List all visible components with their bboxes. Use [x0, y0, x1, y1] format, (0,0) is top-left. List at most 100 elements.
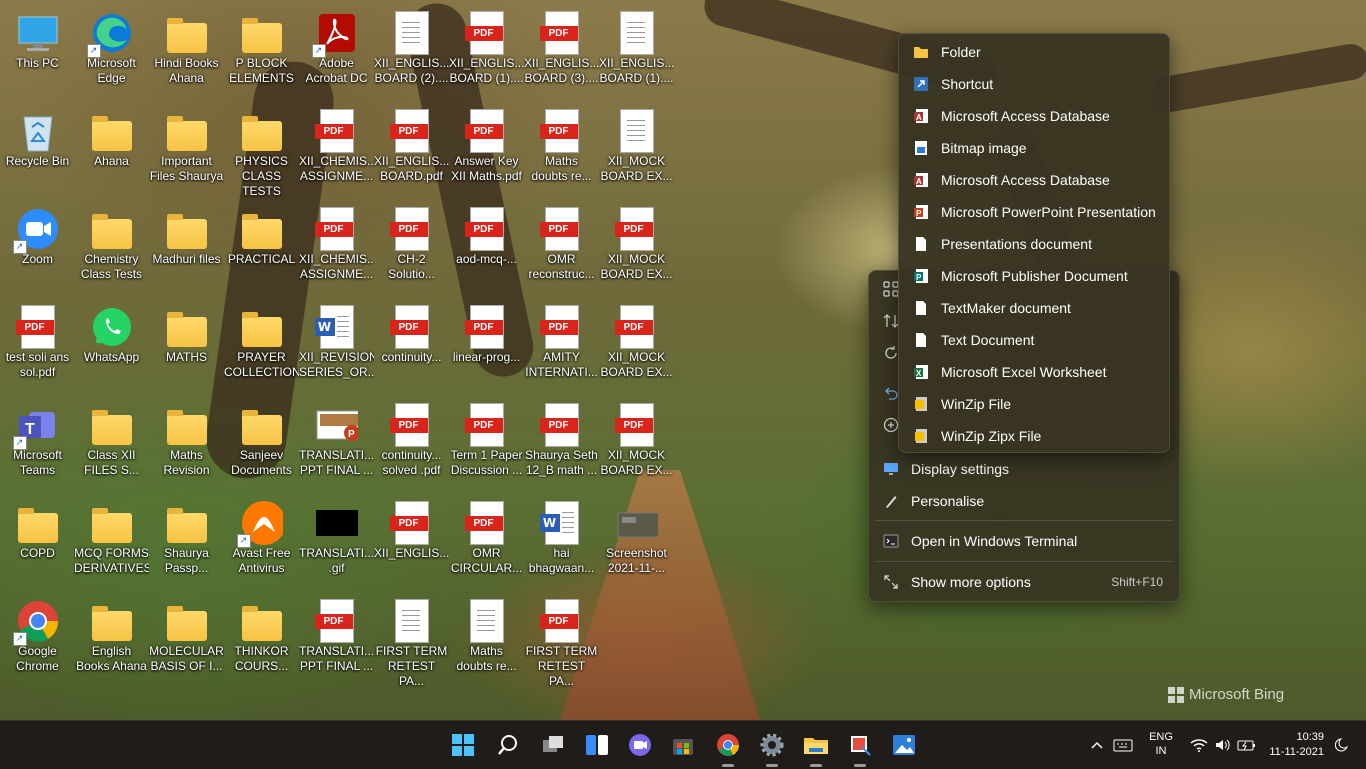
desktop-icon[interactable]: PDF Maths doubts re...	[524, 102, 599, 200]
chrome-taskbar-button[interactable]	[715, 732, 741, 758]
desktop-icon[interactable]: PDF aod-mcq-...	[449, 200, 524, 298]
desktop-icon[interactable]: PDF AMITY INTERNATI...	[524, 298, 599, 396]
desktop-icon[interactable]: Maths doubts re...	[449, 592, 524, 690]
desktop-icon[interactable]: Class XII FILES S...	[74, 396, 149, 494]
clock[interactable]: 10:39 11-11-2021	[1262, 730, 1324, 760]
new-menu-item[interactable]: P Microsoft Publisher Document	[899, 260, 1169, 292]
settings-button[interactable]	[759, 732, 785, 758]
task-view-button[interactable]	[540, 732, 566, 758]
volume-button[interactable]	[1210, 732, 1236, 758]
desktop-icon[interactable]: PDF Term 1 Paper Discussion ...	[449, 396, 524, 494]
input-language-indicator[interactable]: ENG IN	[1144, 730, 1178, 758]
show-hidden-icons-button[interactable]	[1084, 732, 1110, 758]
desktop-icon[interactable]: PDF XII_CHEMIS... ASSIGNME...	[299, 102, 374, 200]
desktop-icon[interactable]: PDF OMR reconstruc...	[524, 200, 599, 298]
desktop-icon[interactable]: T ↗ Microsoft Teams	[0, 396, 75, 494]
new-menu-item[interactable]: X Microsoft Excel Worksheet	[899, 356, 1169, 388]
desktop-icon[interactable]: THINKOR COURS...	[224, 592, 299, 690]
desktop-icon[interactable]: PDF XII_CHEMIS... ASSIGNME...	[299, 200, 374, 298]
desktop-icon[interactable]: Hindi Books Ahana	[149, 4, 224, 102]
desktop-icon[interactable]: PDF XII_MOCK BOARD EX...	[599, 200, 674, 298]
new-menu-item[interactable]: Shortcut	[899, 68, 1169, 100]
desktop-icon[interactable]: PDF XII_ENGLIS... BOARD (1)....	[449, 4, 524, 102]
desktop-icon[interactable]: PHYSICS CLASS TESTS	[224, 102, 299, 200]
desktop-icon[interactable]: PDF TRANSLATI... PPT FINAL ...	[299, 592, 374, 690]
desktop-icon[interactable]: PDF continuity... solved .pdf	[374, 396, 449, 494]
open-terminal-item[interactable]: Open in Windows Terminal	[869, 525, 1179, 557]
desktop-icon[interactable]: ↗ Adobe Acrobat DC	[299, 4, 374, 102]
new-icon[interactable]	[883, 417, 899, 433]
desktop-icon[interactable]: Sanjeev Documents	[224, 396, 299, 494]
new-menu-item[interactable]: Text Document	[899, 324, 1169, 356]
desktop-icon[interactable]: PDF XII_ENGLIS... BOARD (3)....	[524, 4, 599, 102]
teams-chat-button[interactable]	[627, 732, 653, 758]
sort-icon[interactable]	[883, 313, 899, 329]
widgets-button[interactable]	[584, 732, 610, 758]
desktop-icon[interactable]: PDF CH-2 Solutio...	[374, 200, 449, 298]
battery-button[interactable]	[1234, 732, 1260, 758]
desktop-icon[interactable]: TRANSLATI... .gif	[299, 494, 374, 592]
network-button[interactable]	[1186, 732, 1212, 758]
snipping-tool-button[interactable]	[847, 732, 873, 758]
desktop-icon[interactable]: ↗ Google Chrome	[0, 592, 75, 690]
refresh-icon[interactable]	[883, 345, 899, 361]
desktop-icon[interactable]: PDF Shaurya Seth 12_B math ...	[524, 396, 599, 494]
desktop-icon[interactable]: XII_MOCK BOARD EX...	[599, 102, 674, 200]
file-explorer-button[interactable]	[803, 732, 829, 758]
desktop-icon[interactable]: Whai bhagwaan...	[524, 494, 599, 592]
new-menu-item[interactable]: Bitmap image	[899, 132, 1169, 164]
search-button[interactable]	[495, 732, 521, 758]
undo-icon[interactable]	[883, 385, 899, 401]
desktop-icon[interactable]: WhatsApp	[74, 298, 149, 396]
desktop-icon[interactable]: English Books Ahana	[74, 592, 149, 690]
desktop-icon[interactable]: Maths Revision	[149, 396, 224, 494]
desktop-icon[interactable]: P TRANSLATI... PPT FINAL ...	[299, 396, 374, 494]
new-menu-item[interactable]: WinZip File	[899, 388, 1169, 420]
display-settings-item[interactable]: Display settings	[869, 453, 1179, 485]
photos-button[interactable]	[891, 732, 917, 758]
new-menu-item[interactable]: WinZip Zipx File	[899, 420, 1169, 452]
new-menu-item[interactable]: A Microsoft Access Database	[899, 164, 1169, 196]
desktop-icon[interactable]: PDF continuity...	[374, 298, 449, 396]
desktop-icon[interactable]: PDF XII_MOCK BOARD EX...	[599, 298, 674, 396]
desktop-icon[interactable]: PDF test soli ans sol.pdf	[0, 298, 75, 396]
notifications-button[interactable]	[1330, 732, 1356, 758]
desktop-icon[interactable]: PDF XII_MOCK BOARD EX...	[599, 396, 674, 494]
desktop-icon[interactable]: PDF OMR CIRCULAR...	[449, 494, 524, 592]
desktop-icon[interactable]: PRAYER COLLECTION	[224, 298, 299, 396]
desktop-icon[interactable]: P BLOCK ELEMENTS	[224, 4, 299, 102]
desktop-icon[interactable]: W XII_REVISION SERIES_OR...	[299, 298, 374, 396]
desktop-icon[interactable]: PDF XII_ENGLIS... BOARD.pdf	[374, 102, 449, 200]
desktop-icon[interactable]: XII_ENGLIS... BOARD (1)....	[599, 4, 674, 102]
desktop-icon[interactable]: PRACTICAL	[224, 200, 299, 298]
new-menu-item[interactable]: A Microsoft Access Database	[899, 100, 1169, 132]
desktop-icon[interactable]: PDF FIRST TERM RETEST PA...	[524, 592, 599, 690]
desktop-icon[interactable]: PDF linear-prog...	[449, 298, 524, 396]
desktop-icon[interactable]: MOLECULAR BASIS OF I...	[149, 592, 224, 690]
desktop-icon[interactable]: XII_ENGLIS... BOARD (2)....	[374, 4, 449, 102]
new-menu-item[interactable]: Folder	[899, 36, 1169, 68]
desktop-icon[interactable]: ↗ Microsoft Edge	[74, 4, 149, 102]
desktop-icon[interactable]: Screenshot 2021-11-...	[599, 494, 674, 592]
desktop-icon[interactable]: Chemistry Class Tests	[74, 200, 149, 298]
show-more-options-item[interactable]: Show more options Shift+F10	[869, 566, 1179, 598]
new-menu-item[interactable]: TextMaker document	[899, 292, 1169, 324]
personalise-item[interactable]: Personalise	[869, 485, 1179, 517]
desktop-icon[interactable]: FIRST TERM RETEST PA...	[374, 592, 449, 690]
desktop-icon[interactable]: PDF XII_ENGLIS...	[374, 494, 449, 592]
desktop-icon[interactable]: COPD	[0, 494, 75, 592]
desktop-icon[interactable]: MCQ FORMS DERIVATIVES	[74, 494, 149, 592]
start-button[interactable]	[450, 732, 476, 758]
desktop-icon[interactable]: PDF Answer Key XII Maths.pdf	[449, 102, 524, 200]
desktop-icon[interactable]: ↗ Avast Free Antivirus	[224, 494, 299, 592]
desktop-icon[interactable]: MATHS	[149, 298, 224, 396]
desktop-icon[interactable]: This PC	[0, 4, 75, 102]
desktop-icon[interactable]: Madhuri files	[149, 200, 224, 298]
new-menu-item[interactable]: P Microsoft PowerPoint Presentation	[899, 196, 1169, 228]
desktop-icon[interactable]: Recycle Bin	[0, 102, 75, 200]
desktop-icon[interactable]: Ahana	[74, 102, 149, 200]
touch-keyboard-button[interactable]	[1110, 732, 1136, 758]
new-menu-item[interactable]: Presentations document	[899, 228, 1169, 260]
desktop-icon[interactable]: Important Files Shaurya	[149, 102, 224, 200]
store-button[interactable]	[670, 732, 696, 758]
